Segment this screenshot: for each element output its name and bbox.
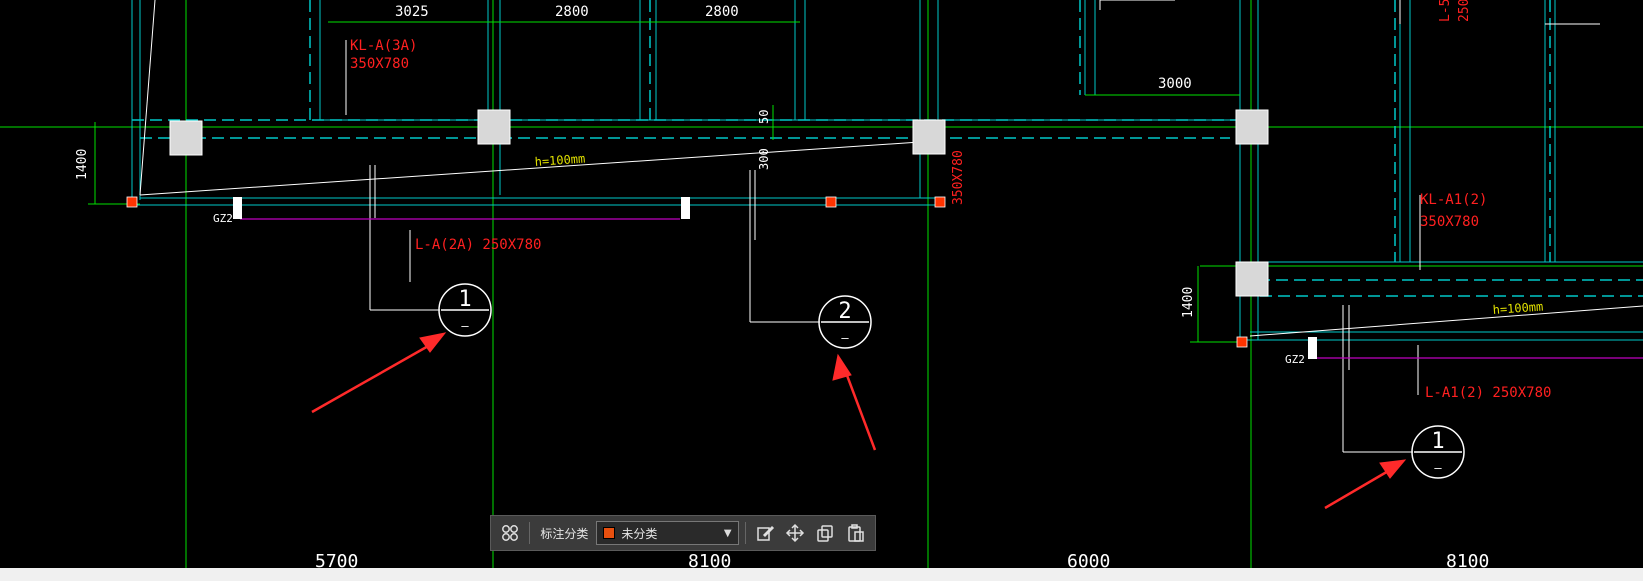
label-kl-a1: KL-A1(2) — [1420, 192, 1487, 208]
label-kl-a3a-size: 350X780 — [350, 56, 409, 72]
dim-2800-b: 2800 — [705, 4, 739, 20]
move-icon[interactable] — [782, 519, 808, 547]
annotation-toolbar: 标注分类 未分类 ▼ — [490, 515, 876, 551]
dim-3000: 3000 — [1158, 76, 1192, 92]
toolbar-divider — [529, 522, 531, 544]
dim-300: 300 — [757, 148, 771, 170]
bottom-status-strip — [0, 568, 1643, 581]
dim-50: 50 — [757, 110, 771, 124]
section-mark-1-sub: — — [461, 319, 469, 333]
category-value: 未分类 — [621, 526, 658, 541]
section-mark-2-num: 2 — [838, 299, 851, 324]
category-label: 标注分类 — [540, 526, 589, 541]
label-gz2-right: GZ2 — [1285, 353, 1305, 366]
section-mark-3-sub: — — [1434, 461, 1442, 475]
dim-3025: 3025 — [395, 4, 429, 20]
grid-icon[interactable] — [497, 519, 523, 547]
label-l5-num: 250 — [1457, 0, 1472, 22]
section-mark-2-sub: — — [841, 331, 849, 345]
section-mark-1-num: 1 — [458, 287, 471, 312]
dim-1400-left: 1400 — [75, 149, 90, 180]
section-mark-3-num: 1 — [1431, 429, 1444, 454]
edit-icon[interactable] — [751, 519, 777, 547]
copy-icon[interactable] — [812, 519, 838, 547]
label-l-a2a: L-A(2A) 250X780 — [415, 237, 541, 253]
label-l5: L-5 — [1438, 0, 1453, 22]
category-color-swatch — [603, 527, 616, 539]
dim-1400-right: 1400 — [1181, 287, 1196, 318]
label-kl-a3a: KL-A(3A) — [350, 38, 417, 54]
label-350x780-vertical: 350X780 — [951, 150, 966, 205]
canvas-background — [0, 0, 1643, 581]
toolbar-divider — [744, 522, 746, 544]
cad-drawing-canvas[interactable]: 3025 2800 2800 3000 1400 1400 50 300 KL-… — [0, 0, 1643, 581]
paste-icon[interactable] — [843, 519, 869, 547]
category-select[interactable]: 未分类 ▼ — [596, 521, 739, 545]
label-kl-a1-size: 350X780 — [1420, 214, 1479, 230]
label-gz2-left: GZ2 — [213, 212, 233, 225]
caret-down-icon: ▼ — [723, 527, 732, 539]
dim-2800-a: 2800 — [555, 4, 589, 20]
label-l-a1: L-A1(2) 250X780 — [1425, 385, 1551, 401]
